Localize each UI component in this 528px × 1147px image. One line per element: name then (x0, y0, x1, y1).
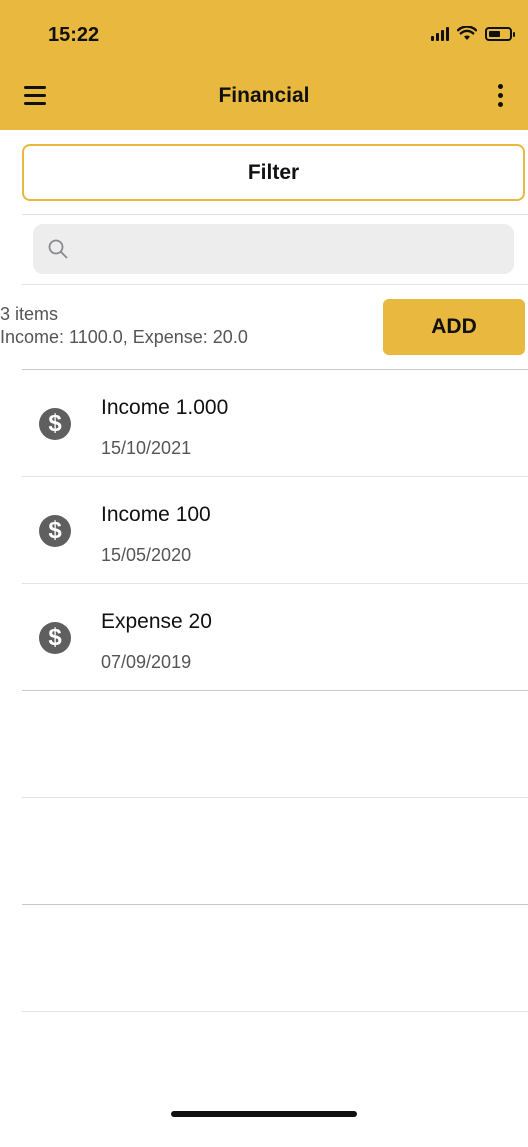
list-item[interactable]: $ Income 100 15/05/2020 (0, 477, 528, 584)
add-button[interactable]: ADD (383, 299, 525, 355)
status-icons (431, 26, 515, 41)
summary: 3 items Income: 1100.0, Expense: 20.0 (0, 304, 248, 348)
item-count: 3 items (0, 304, 59, 324)
transaction-date: 15/10/2021 (101, 438, 192, 458)
divider (22, 904, 528, 905)
divider (22, 1011, 528, 1012)
transaction-date: 07/09/2019 (101, 652, 192, 672)
list-item[interactable]: $ Expense 20 07/09/2019 (0, 584, 528, 691)
filter-button[interactable]: Filter (22, 144, 525, 201)
status-time: 15:22 (48, 24, 100, 46)
divider (22, 797, 528, 798)
signal-icon (431, 26, 449, 41)
dollar-icon: $ (39, 622, 71, 654)
search-icon (48, 239, 68, 259)
transaction-date: 15/05/2020 (101, 545, 192, 565)
divider (22, 284, 528, 285)
transaction-title: Expense 20 (101, 610, 212, 633)
page-title: Financial (218, 84, 310, 107)
dollar-icon: $ (39, 515, 71, 547)
transaction-title: Income 100 (101, 503, 211, 526)
dollar-icon: $ (39, 408, 71, 440)
transaction-list: $ Income 1.000 15/10/2021 $ Income 100 1… (0, 370, 528, 691)
divider (22, 690, 528, 691)
app-header: 15:22 Financial (0, 0, 528, 130)
battery-icon (485, 26, 515, 41)
wifi-icon (457, 26, 477, 40)
search-input[interactable] (77, 224, 514, 274)
totals-text: Income: 1100.0, Expense: 20.0 (0, 327, 248, 347)
more-vertical-icon[interactable] (490, 80, 510, 110)
transaction-title: Income 1.000 (101, 396, 229, 419)
list-item[interactable]: $ Income 1.000 15/10/2021 (0, 370, 528, 477)
home-indicator[interactable] (171, 1111, 357, 1117)
search-bar[interactable] (33, 224, 514, 274)
divider (22, 214, 528, 215)
